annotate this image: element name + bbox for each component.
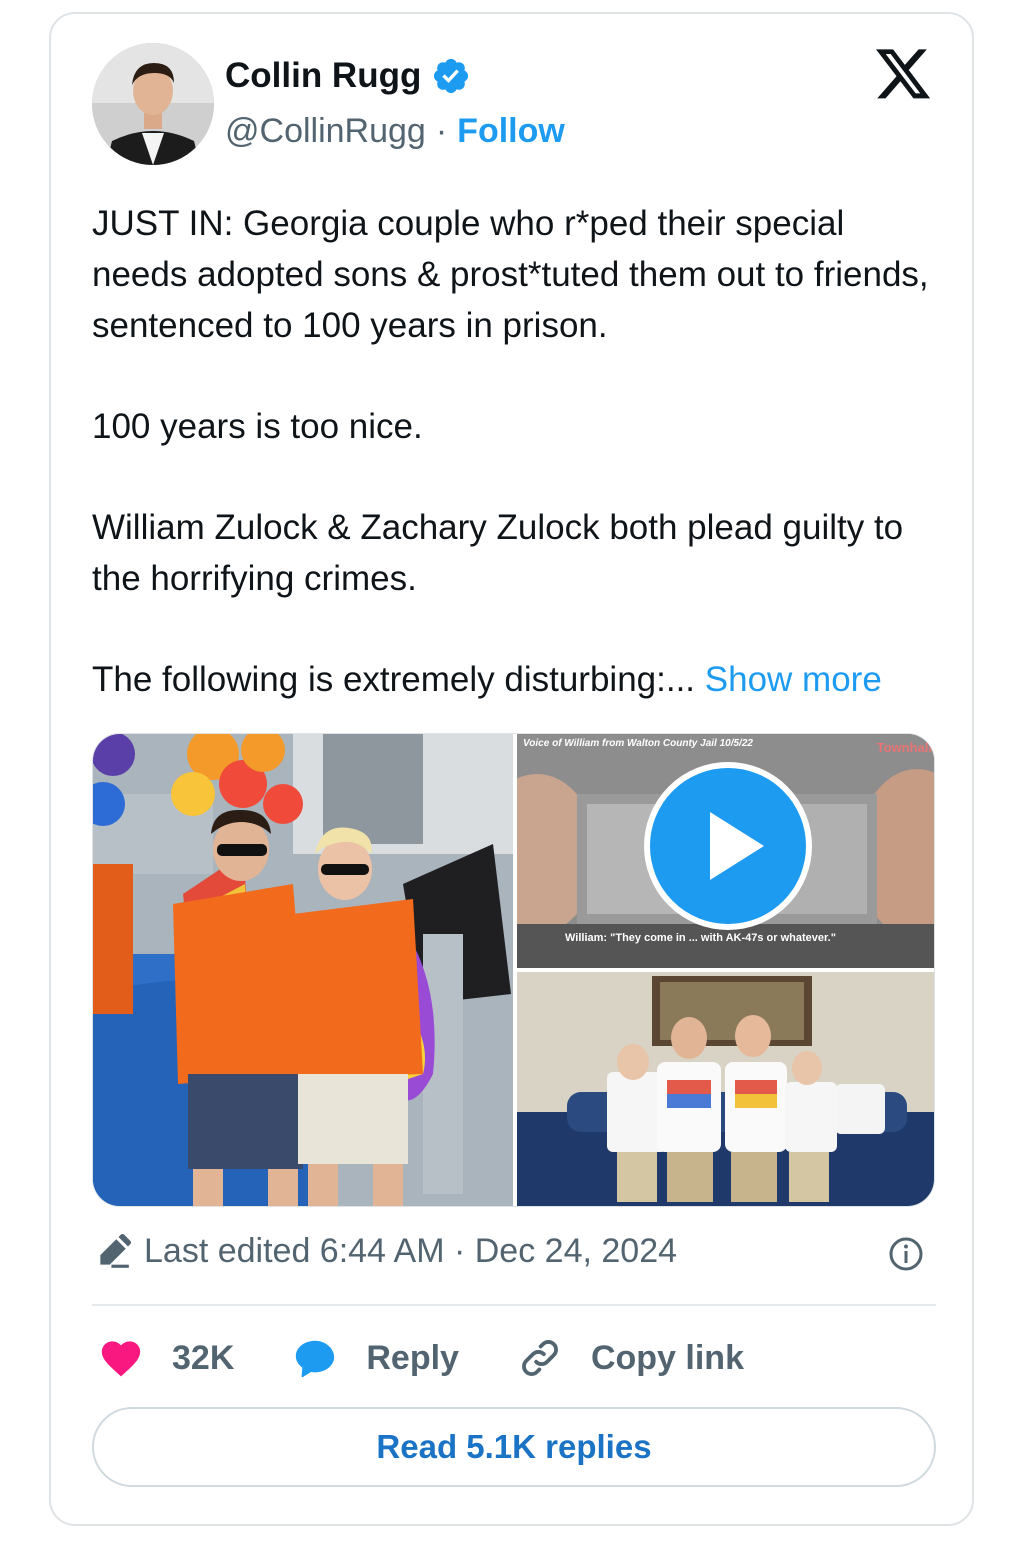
follow-button[interactable]: Follow bbox=[457, 112, 565, 151]
reply-label: Reply bbox=[366, 1338, 459, 1377]
x-logo-icon[interactable] bbox=[876, 49, 932, 101]
media-photo-family[interactable] bbox=[517, 972, 934, 1206]
pencil-icon bbox=[100, 1233, 132, 1268]
read-replies-button[interactable]: Read 5.1K replies bbox=[92, 1407, 936, 1487]
media-grid: Voice of William from Walton County Jail… bbox=[92, 733, 935, 1207]
video-subtitle: William: "They come in ... with AK-47s o… bbox=[565, 932, 836, 944]
video-caption: Voice of William from Walton County Jail… bbox=[523, 738, 753, 749]
copy-link-label: Copy link bbox=[590, 1338, 744, 1377]
tweet-paragraph: JUST IN: Georgia couple who r*ped their … bbox=[92, 204, 929, 345]
action-bar: 32K Reply Copy link bbox=[98, 1334, 802, 1382]
tweet-body: JUST IN: Georgia couple who r*ped their … bbox=[92, 198, 942, 705]
link-icon bbox=[522, 1340, 558, 1376]
tweet-last-text: The following is extremely disturbing:..… bbox=[92, 660, 696, 699]
author-handle[interactable]: @CollinRugg bbox=[225, 112, 426, 151]
heart-icon bbox=[101, 1341, 141, 1377]
reply-button[interactable]: Reply bbox=[292, 1335, 459, 1381]
handle-separator: · bbox=[435, 112, 448, 150]
like-count: 32K bbox=[172, 1338, 235, 1377]
verified-badge-icon bbox=[434, 58, 469, 94]
copy-link-button[interactable]: Copy link bbox=[517, 1335, 744, 1381]
tweet-card: Collin Rugg @CollinRugg · Follow JUST IN… bbox=[49, 12, 974, 1526]
media-photo-pride[interactable] bbox=[93, 734, 513, 1206]
avatar[interactable] bbox=[92, 43, 214, 165]
like-button[interactable]: 32K bbox=[98, 1335, 234, 1381]
author-name[interactable]: Collin Rugg bbox=[225, 56, 421, 96]
edited-row: Last edited 6:44 AM · Dec 24, 2024 bbox=[94, 1232, 677, 1271]
info-icon[interactable] bbox=[888, 1236, 924, 1272]
video-brand: Townhall bbox=[876, 740, 932, 755]
media-video[interactable]: Voice of William from Walton County Jail… bbox=[517, 734, 934, 968]
tweet-paragraph: William Zulock & Zachary Zulock both ple… bbox=[92, 508, 904, 598]
reply-bubble-icon bbox=[296, 1340, 335, 1378]
play-button[interactable] bbox=[644, 762, 812, 930]
play-icon bbox=[710, 812, 764, 880]
tweet-paragraph-last: The following is extremely disturbing:..… bbox=[92, 654, 942, 705]
show-more-link[interactable]: Show more bbox=[705, 660, 882, 699]
edited-timestamp[interactable]: Last edited 6:44 AM · Dec 24, 2024 bbox=[144, 1232, 677, 1271]
divider bbox=[92, 1304, 936, 1306]
tweet-paragraph: 100 years is too nice. bbox=[92, 407, 423, 446]
